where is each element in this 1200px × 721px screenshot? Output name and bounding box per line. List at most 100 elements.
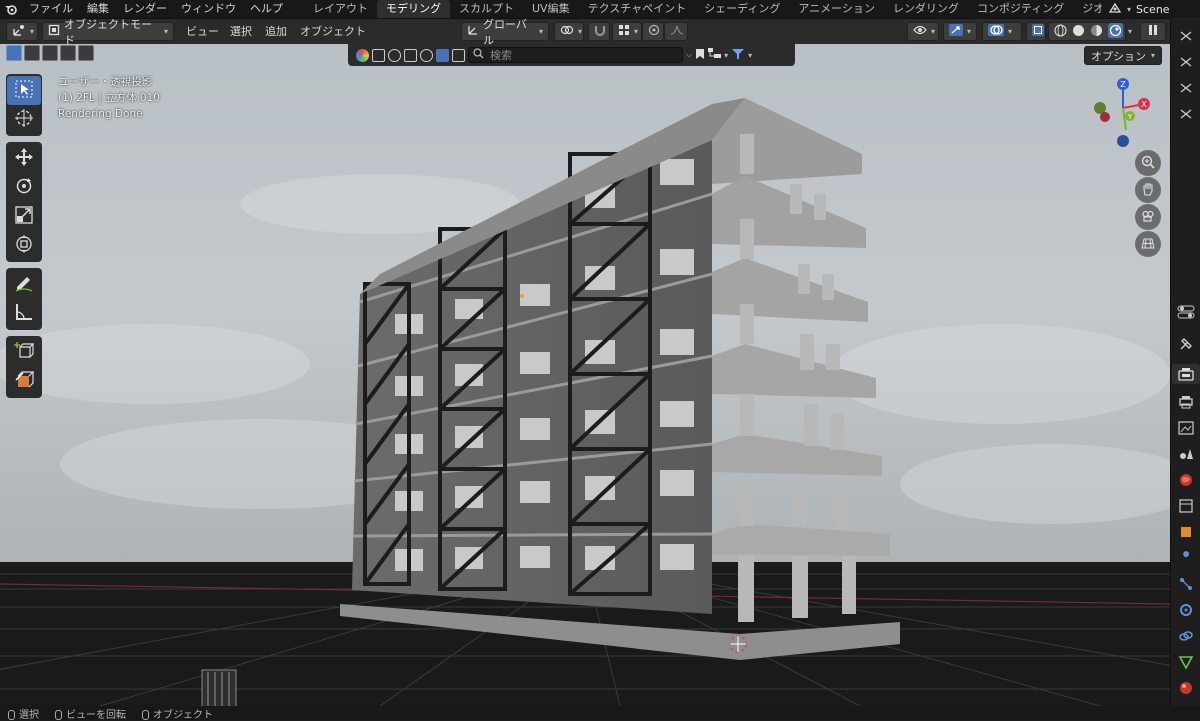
material-icon[interactable] [1175,678,1197,698]
active-filter-icon[interactable] [436,48,449,62]
light-filter-icon[interactable] [388,48,401,62]
printer-icon[interactable] [1175,392,1197,412]
move-tool[interactable] [7,144,41,173]
chevron-down-icon: ▾ [163,27,168,36]
navigation-gizmo[interactable]: Z X Y [1088,74,1158,154]
wrench-icon[interactable] [1175,548,1197,568]
select-new-icon[interactable] [6,45,22,61]
add-cube-tool[interactable] [7,338,41,367]
camera-view-button[interactable] [1135,204,1161,230]
status-rotate-label: ビューを回転 [66,709,126,721]
tab-rendering[interactable]: レンダリング [884,0,968,18]
cursor-tool[interactable] [7,105,41,134]
camera-filter-icon[interactable] [420,48,433,62]
outliner-visibility-icon[interactable] [1175,78,1197,98]
outliner-arrow-icon[interactable] [1175,52,1197,72]
menu-select[interactable]: 選択 [230,22,252,41]
grid-icon [1141,236,1155,253]
menu-object[interactable]: オブジェクト [300,22,366,41]
rendered-shading-icon[interactable] [1108,22,1123,41]
constraints-icon[interactable] [1175,626,1197,646]
3d-viewport[interactable]: ユーザー・透視投影 (1) 2FL | 立方体.010 Rendering Do… [0,44,1170,706]
menu-help[interactable]: ヘルプ [243,0,290,18]
object-mode-icon [48,24,60,39]
outliner-collapse-icon[interactable] [1175,26,1197,46]
empty-filter-icon[interactable] [404,48,417,62]
tab-layout[interactable]: レイアウト [304,0,377,18]
add-cube-icon [14,341,35,364]
tab-texture-paint[interactable]: テクスチャペイント [579,0,696,18]
physics-icon[interactable] [1175,600,1197,620]
color-filter-icon[interactable] [356,48,369,62]
menu-window[interactable]: ウィンドウ [174,0,243,18]
object-properties-icon[interactable] [1175,522,1197,542]
tool-properties-icon[interactable] [1175,334,1197,354]
menu-add[interactable]: 追加 [265,22,287,41]
tab-shading[interactable]: シェーディング [695,0,789,18]
menu-view[interactable]: ビュー [186,22,219,41]
transform-add-tool[interactable] [7,367,41,396]
overlays-toggle[interactable]: ▾ [982,22,1022,41]
select-intersect-icon[interactable] [78,45,94,61]
viewport-render [0,44,1170,706]
visibility-button[interactable]: ▾ [907,22,939,41]
editor-type-button[interactable]: ▾ [6,22,38,41]
crosshair-icon [14,108,34,131]
chevron-down-icon: ▾ [931,27,936,36]
select-extend-icon[interactable] [24,45,40,61]
select-subtract-icon[interactable] [42,45,58,61]
scene-properties-icon[interactable] [1175,444,1197,464]
pan-button[interactable] [1135,177,1161,203]
mode-selector[interactable]: オブジェクトモード ▾ [42,18,174,47]
gizmo-neg-z[interactable] [1117,135,1129,147]
collection-icon[interactable] [1175,496,1197,516]
tab-modeling[interactable]: モデリング [377,0,450,18]
world-icon[interactable] [1175,470,1197,490]
outliner-icon[interactable] [708,48,722,62]
pause-render-button[interactable] [1140,22,1166,41]
select-invert-icon[interactable] [60,45,76,61]
select-box-tool[interactable] [7,76,41,105]
scene-selector[interactable]: ▾ Scene [1102,0,1200,18]
measure-tool[interactable] [7,299,41,328]
bookmark-icon[interactable] [695,48,705,63]
gizmo-neg-x[interactable] [1100,112,1110,122]
annotate-tool[interactable] [7,270,41,299]
particles-icon[interactable] [1175,574,1197,594]
proportional-edit-toggle[interactable] [642,22,664,41]
object-info: (1) 2FL | 立方体.010 [58,92,160,104]
image-icon[interactable] [1175,418,1197,438]
trash-filter-icon[interactable] [452,48,465,62]
ruler-icon [14,302,34,325]
mesh-filter-icon[interactable] [372,48,385,62]
zoom-button[interactable] [1135,150,1161,176]
filter-funnel-icon[interactable] [731,48,745,63]
gizmo-toggle[interactable]: ▾ [943,22,977,41]
rotate-tool[interactable] [7,173,41,202]
solid-shading-icon[interactable] [1072,24,1085,40]
data-properties-icon[interactable] [1175,652,1197,672]
gizmo-z-label: Z [1120,80,1126,89]
scale-tool[interactable] [7,202,41,231]
wireframe-shading-icon[interactable] [1054,23,1067,40]
3d-cursor[interactable] [729,635,747,653]
transform-tool[interactable] [7,231,41,260]
falloff-button[interactable] [664,22,688,41]
tab-animation[interactable]: アニメーション [789,0,884,18]
search-input[interactable]: 検索 [468,47,683,63]
blender-logo-icon[interactable] [0,0,22,18]
pivot-point-button[interactable]: ▾ [554,22,584,41]
chevron-down-icon[interactable]: ⌵ [686,50,692,60]
properties-toggle-icon[interactable] [1175,302,1197,322]
perspective-toggle-button[interactable] [1135,231,1161,257]
material-shading-icon[interactable] [1090,24,1103,40]
snap-target-button[interactable]: ▾ [612,22,642,41]
tab-compositing[interactable]: コンポジティング [968,0,1073,18]
xray-toggle[interactable] [1026,22,1046,41]
options-button[interactable]: オプション ▾ [1084,46,1162,65]
outliner-render-icon[interactable] [1175,104,1197,124]
transform-orientation-selector[interactable]: グローバル ▾ [461,18,549,47]
cube-transform-icon [14,370,35,393]
search-icon [473,48,484,62]
snap-toggle[interactable] [588,22,610,41]
